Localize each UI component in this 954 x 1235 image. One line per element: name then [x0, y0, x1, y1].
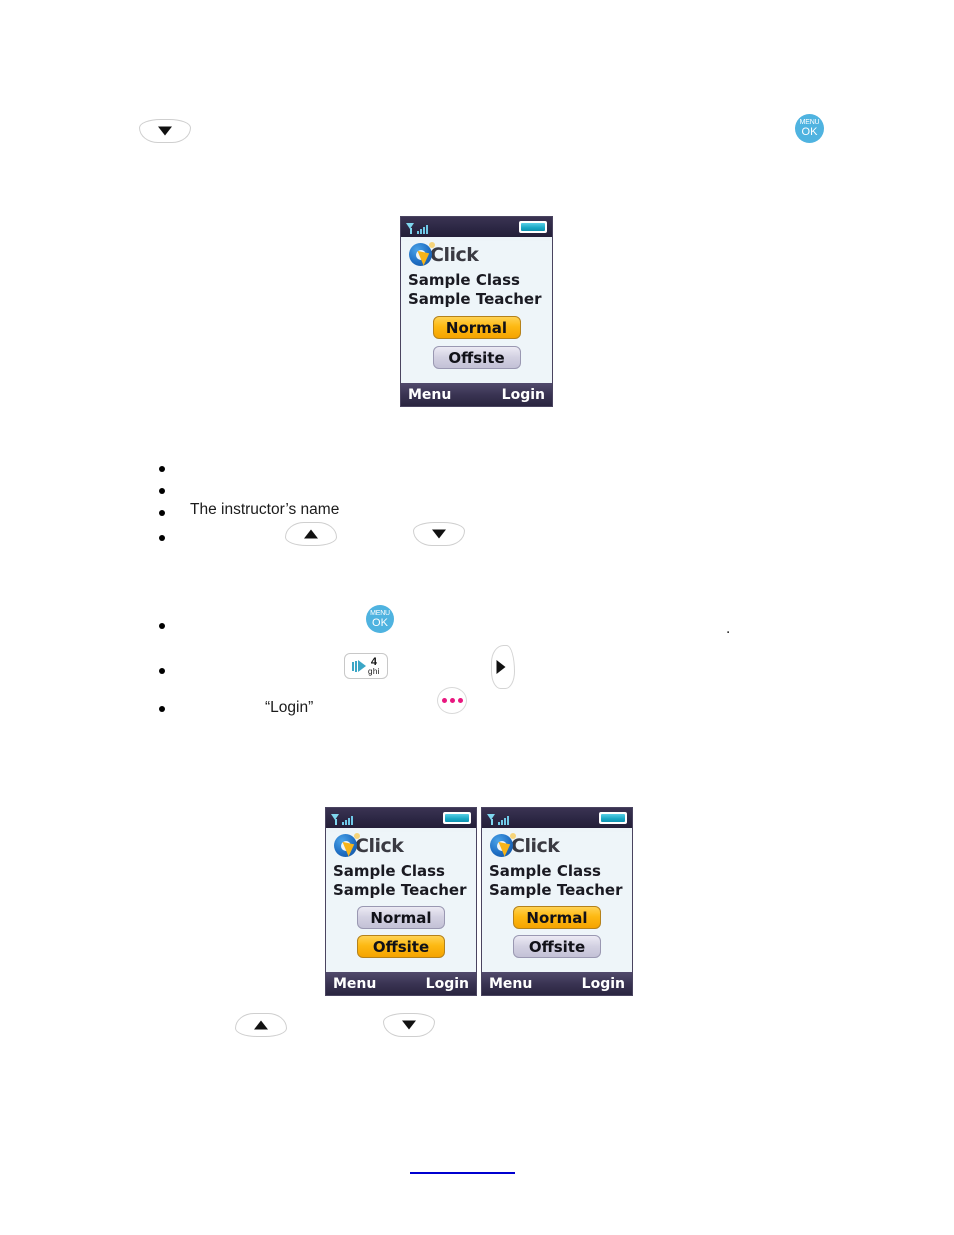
device-softkey-bar: Menu Login [326, 972, 476, 995]
dot-icon [457, 698, 463, 703]
down-arrow-icon [402, 1020, 416, 1030]
qclick-logo-text: Click [355, 835, 404, 857]
qclick-logo: Click [401, 241, 552, 269]
list-item-text-instructor-name: The instructor’s name [190, 501, 340, 518]
three-dots-key[interactable] [437, 687, 467, 714]
device-class-name: Sample Class [333, 862, 445, 880]
down-arrow-icon [432, 529, 446, 539]
device-button-normal[interactable]: Normal [357, 906, 445, 929]
down-arrow-key[interactable] [383, 1013, 435, 1037]
right-arrow-icon [496, 660, 506, 674]
list-item-bullet [159, 668, 165, 674]
softkey-menu[interactable]: Menu [333, 976, 376, 992]
menu-ok-key-line1: MENU [799, 119, 820, 126]
document-page: MENU OK Click Sample Class Sample Teache… [0, 0, 954, 1235]
number-4-ghi-key[interactable]: 4 ghi [344, 653, 388, 679]
list-item-bullet [159, 623, 165, 629]
qclick-q-icon [334, 833, 360, 858]
softkey-menu[interactable]: Menu [408, 387, 451, 403]
device-softkey-bar: Menu Login [401, 383, 552, 406]
footer-link-underline[interactable] [410, 1172, 515, 1174]
list-item-bullet [159, 706, 165, 712]
device-screenshot-bottom-right: Click Sample Class Sample Teacher Normal… [481, 807, 633, 996]
sentence-period: . [726, 620, 731, 637]
down-arrow-key[interactable] [139, 119, 191, 143]
up-arrow-key[interactable] [235, 1013, 287, 1037]
number-4-ghi-label: 4 ghi [368, 655, 380, 676]
signal-bars-icon [487, 814, 509, 825]
menu-ok-key[interactable]: MENU OK [366, 605, 394, 633]
menu-ok-key-line2: OK [372, 616, 388, 629]
device-teacher-name: Sample Teacher [489, 881, 623, 899]
softkey-login[interactable]: Login [502, 387, 545, 403]
key-number: 4 [370, 655, 378, 668]
qclick-logo-text: Click [430, 244, 479, 266]
list-item-bullet [159, 488, 165, 494]
device-button-normal[interactable]: Normal [432, 316, 521, 339]
fast-forward-icon [352, 660, 367, 672]
device-button-offsite[interactable]: Offsite [432, 346, 521, 369]
device-status-bar [401, 217, 552, 237]
qclick-logo: Click [326, 832, 476, 860]
list-item-bullet [159, 466, 165, 472]
down-arrow-icon [158, 126, 172, 136]
list-item-bullet [159, 535, 165, 541]
device-teacher-name: Sample Teacher [333, 881, 467, 899]
menu-ok-key-line2: OK [801, 126, 818, 138]
softkey-login[interactable]: Login [426, 976, 469, 992]
battery-icon [599, 812, 627, 824]
qclick-q-icon [409, 242, 435, 267]
qclick-logo: Click [482, 832, 632, 860]
right-arrow-key[interactable] [491, 645, 515, 689]
key-letters: ghi [368, 666, 380, 676]
up-arrow-icon [254, 1020, 268, 1030]
menu-ok-key[interactable]: MENU OK [795, 114, 824, 143]
device-button-offsite[interactable]: Offsite [513, 935, 601, 958]
device-button-offsite[interactable]: Offsite [357, 935, 445, 958]
qclick-q-icon [490, 833, 516, 858]
softkey-menu[interactable]: Menu [489, 976, 532, 992]
device-screen-body: Click Sample Class Sample Teacher Normal… [326, 832, 476, 976]
device-screenshot-bottom-left: Click Sample Class Sample Teacher Normal… [325, 807, 477, 996]
device-softkey-bar: Menu Login [482, 972, 632, 995]
battery-icon [443, 812, 471, 824]
dot-icon [441, 698, 447, 703]
list-item-text-login-quoted: “Login” [265, 699, 314, 716]
signal-bars-icon [331, 814, 353, 825]
device-screenshot-top: Click Sample Class Sample Teacher Normal… [400, 216, 553, 407]
device-class-name: Sample Class [489, 862, 601, 880]
down-arrow-key[interactable] [413, 522, 465, 546]
device-button-normal[interactable]: Normal [513, 906, 601, 929]
device-screen-body: Click Sample Class Sample Teacher Normal… [401, 241, 552, 387]
device-teacher-name: Sample Teacher [408, 290, 542, 308]
device-screen-body: Click Sample Class Sample Teacher Normal… [482, 832, 632, 976]
battery-icon [519, 221, 547, 233]
softkey-login[interactable]: Login [582, 976, 625, 992]
device-status-bar [482, 808, 632, 828]
menu-ok-key-line1: MENU [370, 609, 390, 617]
up-arrow-icon [304, 529, 318, 539]
device-status-bar [326, 808, 476, 828]
list-item-bullet [159, 510, 165, 516]
signal-bars-icon [406, 223, 428, 234]
qclick-logo-text: Click [511, 835, 560, 857]
device-class-name: Sample Class [408, 271, 520, 289]
dot-icon [449, 698, 455, 703]
up-arrow-key[interactable] [285, 522, 337, 546]
